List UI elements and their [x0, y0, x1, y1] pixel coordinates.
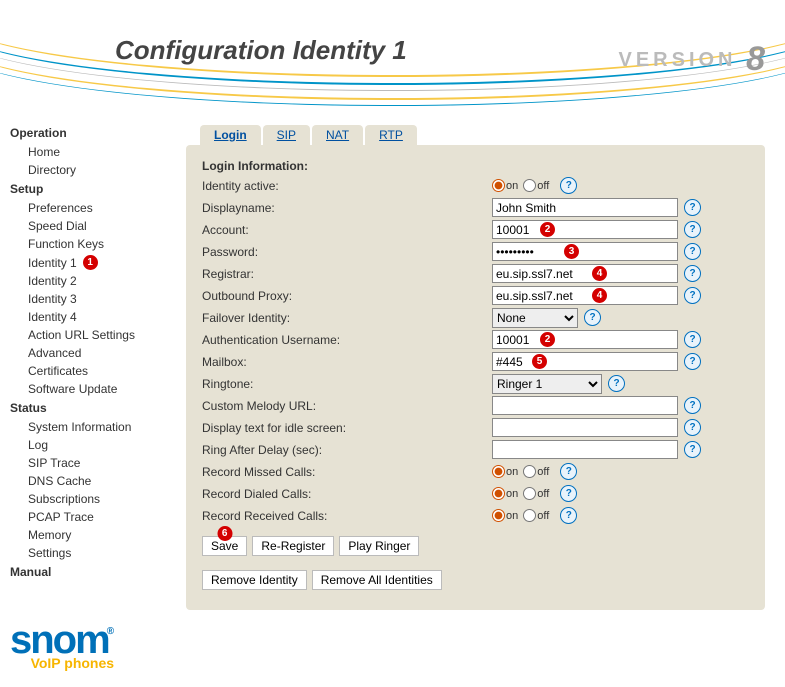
help-icon[interactable]: ?	[684, 265, 701, 282]
nav-sip-trace[interactable]: SIP Trace	[10, 454, 186, 472]
remove-identity-button[interactable]: Remove Identity	[202, 570, 307, 590]
label-failover: Failover Identity:	[202, 311, 492, 325]
label-rec-dialed: Record Dialed Calls:	[202, 487, 492, 501]
help-icon[interactable]: ?	[684, 419, 701, 436]
tab-sip[interactable]: SIP	[263, 125, 310, 145]
tab-nat[interactable]: NAT	[312, 125, 363, 145]
help-icon[interactable]: ?	[560, 463, 577, 480]
select-failover[interactable]: None	[492, 308, 578, 328]
reregister-button[interactable]: Re-Register	[252, 536, 334, 556]
input-registrar[interactable]	[492, 264, 678, 283]
nav-home[interactable]: Home	[10, 143, 186, 161]
label-displayname: Displayname:	[202, 201, 492, 215]
label-rec-missed: Record Missed Calls:	[202, 465, 492, 479]
label-auth-user: Authentication Username:	[202, 333, 492, 347]
input-displayname[interactable]	[492, 198, 678, 217]
label-account: Account:	[202, 223, 492, 237]
sidebar-section-status: Status	[10, 398, 186, 418]
help-icon[interactable]: ?	[684, 243, 701, 260]
badge-4b: 4	[592, 288, 607, 303]
help-icon[interactable]: ?	[684, 331, 701, 348]
nav-identity-3[interactable]: Identity 3	[10, 290, 186, 308]
rec-dialed-off[interactable]	[523, 487, 536, 500]
rec-received-on[interactable]	[492, 509, 505, 522]
brand-logo: snom® VoIP phones	[10, 618, 114, 671]
sidebar: Operation HomeDirectory Setup Preference…	[10, 95, 186, 610]
input-idle-text[interactable]	[492, 418, 678, 437]
config-panel: Login Information: Identity active: on o…	[186, 145, 765, 610]
label-mailbox: Mailbox:	[202, 355, 492, 369]
rec-missed-on[interactable]	[492, 465, 505, 478]
login-info-title: Login Information:	[202, 159, 749, 173]
tab-rtp[interactable]: RTP	[365, 125, 417, 145]
select-ringtone[interactable]: Ringer 1	[492, 374, 602, 394]
help-icon[interactable]: ?	[684, 221, 701, 238]
identity-active-off[interactable]	[523, 179, 536, 192]
label-registrar: Registrar:	[202, 267, 492, 281]
input-mailbox[interactable]	[492, 352, 678, 371]
badge-2: 2	[540, 222, 555, 237]
tab-login[interactable]: Login	[200, 125, 261, 145]
nav-subscriptions[interactable]: Subscriptions	[10, 490, 186, 508]
nav-identity-1[interactable]: Identity 11	[10, 253, 186, 272]
input-password[interactable]	[492, 242, 678, 261]
nav-function-keys[interactable]: Function Keys	[10, 235, 186, 253]
nav-identity-4[interactable]: Identity 4	[10, 308, 186, 326]
badge-6: 6	[217, 526, 232, 541]
nav-certificates[interactable]: Certificates	[10, 362, 186, 380]
nav-advanced[interactable]: Advanced	[10, 344, 186, 362]
badge-5: 5	[532, 354, 547, 369]
input-account[interactable]	[492, 220, 678, 239]
remove-all-identities-button[interactable]: Remove All Identities	[312, 570, 442, 590]
help-icon[interactable]: ?	[684, 287, 701, 304]
help-icon[interactable]: ?	[684, 353, 701, 370]
nav-memory[interactable]: Memory	[10, 526, 186, 544]
label-ringtone: Ringtone:	[202, 377, 492, 391]
label-ring-delay: Ring After Delay (sec):	[202, 443, 492, 457]
label-outbound-proxy: Outbound Proxy:	[202, 289, 492, 303]
nav-directory[interactable]: Directory	[10, 161, 186, 179]
nav-preferences[interactable]: Preferences	[10, 199, 186, 217]
help-icon[interactable]: ?	[560, 177, 577, 194]
badge-3: 3	[564, 244, 579, 259]
nav-dns-cache[interactable]: DNS Cache	[10, 472, 186, 490]
identity-active-on[interactable]	[492, 179, 505, 192]
play-ringer-button[interactable]: Play Ringer	[339, 536, 419, 556]
input-custom-melody[interactable]	[492, 396, 678, 415]
help-icon[interactable]: ?	[608, 375, 625, 392]
help-icon[interactable]: ?	[684, 199, 701, 216]
label-rec-received: Record Received Calls:	[202, 509, 492, 523]
label-password: Password:	[202, 245, 492, 259]
label-idle-text: Display text for idle screen:	[202, 421, 492, 435]
help-icon[interactable]: ?	[584, 309, 601, 326]
version-label: VERSION 8	[618, 40, 765, 79]
help-icon[interactable]: ?	[560, 507, 577, 524]
help-icon[interactable]: ?	[684, 441, 701, 458]
badge-2b: 2	[540, 332, 555, 347]
sidebar-section-operation: Operation	[10, 123, 186, 143]
nav-speed-dial[interactable]: Speed Dial	[10, 217, 186, 235]
sidebar-section-setup: Setup	[10, 179, 186, 199]
input-auth-user[interactable]	[492, 330, 678, 349]
label-identity-active: Identity active:	[202, 179, 492, 193]
help-icon[interactable]: ?	[560, 485, 577, 502]
input-ring-delay[interactable]	[492, 440, 678, 459]
nav-identity-2[interactable]: Identity 2	[10, 272, 186, 290]
nav-action-url[interactable]: Action URL Settings	[10, 326, 186, 344]
sidebar-section-manual[interactable]: Manual	[10, 562, 186, 582]
page-title: Configuration Identity 1	[115, 35, 407, 66]
rec-dialed-on[interactable]	[492, 487, 505, 500]
nav-log[interactable]: Log	[10, 436, 186, 454]
rec-received-off[interactable]	[523, 509, 536, 522]
label-custom-melody: Custom Melody URL:	[202, 399, 492, 413]
help-icon[interactable]: ?	[684, 397, 701, 414]
badge-1: 1	[83, 255, 98, 270]
nav-pcap-trace[interactable]: PCAP Trace	[10, 508, 186, 526]
rec-missed-off[interactable]	[523, 465, 536, 478]
nav-sys-info[interactable]: System Information	[10, 418, 186, 436]
nav-settings[interactable]: Settings	[10, 544, 186, 562]
nav-software-update[interactable]: Software Update	[10, 380, 186, 398]
badge-4: 4	[592, 266, 607, 281]
input-outbound-proxy[interactable]	[492, 286, 678, 305]
